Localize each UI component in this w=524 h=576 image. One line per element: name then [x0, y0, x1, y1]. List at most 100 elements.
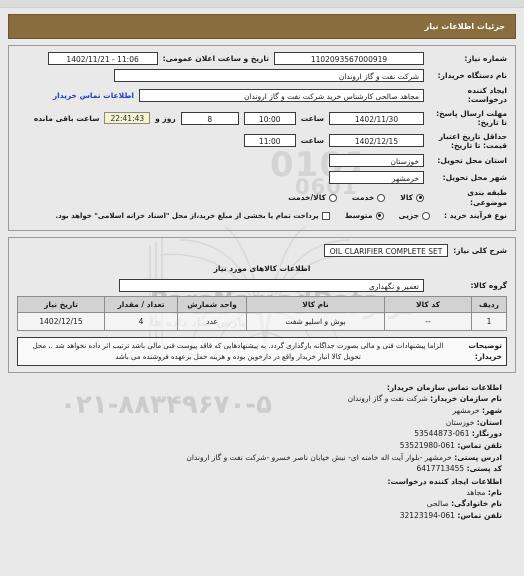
need-number-label: شماره نیاز: — [464, 53, 507, 63]
creator-field-firstname: نام: مجاهد — [8, 487, 502, 499]
category-option-goods-service[interactable]: کالا/خدمت — [288, 193, 337, 202]
process-option-minor[interactable]: جزیی — [399, 211, 430, 220]
cell-qty: 4 — [104, 312, 178, 332]
goods-group-label: گروه کالا: — [470, 281, 508, 291]
treasury-checkbox-group[interactable]: پرداخت تمام یا بخشی از مبلغ خرید،از محل … — [55, 211, 330, 220]
col-date: تاریخ نیاز — [17, 296, 105, 314]
buyer-notes-label: توضیحات خریدار: — [468, 341, 502, 361]
row-need-number: شماره نیاز: 1102093567000919 تاریخ و ساع… — [17, 52, 507, 65]
contact-info-section: اطلاعات تماس سازمان خریدار: نام سازمان خ… — [8, 383, 516, 521]
contact-field-city: شهر: خرمشهر — [8, 405, 502, 417]
validity-time-value: 11:00 — [243, 134, 296, 148]
contact-value-city: خرمشهر — [452, 406, 480, 415]
creator-label-lastname: نام خانوادگی: — [451, 499, 502, 509]
category-label: طبقه بندی موضوعی: — [467, 188, 507, 207]
buyer-org-label: نام دستگاه خریدار: — [437, 70, 507, 80]
contact-value-address: خرمشهر -بلوار آیت اله خامنه ای- نبش خیاب… — [186, 452, 452, 462]
cell-unit: عدد — [177, 312, 247, 332]
radio-minor-icon[interactable] — [422, 211, 430, 220]
contact-field-address: ادرس پستی: خرمشهر -بلوار آیت اله خامنه ا… — [8, 452, 502, 464]
goods-info-heading: اطلاعات کالاهای مورد نیاز — [213, 264, 311, 274]
contact-label-city: شهر: — [482, 406, 502, 415]
radio-medium-icon[interactable] — [375, 211, 384, 220]
creator-field-phone: تلفن تماس: 32123194-061 — [8, 510, 502, 522]
items-table: ردیف کد کالا نام کالا واحد شمارش تعداد /… — [17, 296, 507, 332]
contact-value-postal: 6417713455 — [416, 464, 465, 474]
need-info-panel: شماره نیاز: 1102093567000919 تاریخ و ساع… — [8, 45, 516, 232]
treasury-checkbox-icon[interactable] — [321, 211, 330, 220]
creator-label: ایجاد کننده درخواست: — [467, 86, 507, 105]
buyer-org-value: شرکت نفت و گاز اروندان — [114, 69, 424, 82]
row-creator: ایجاد کننده درخواست: مجاهد صالحی کارشناس… — [17, 86, 507, 105]
contact-value-province: خوزستان — [445, 417, 475, 427]
province-value: خوزستان — [329, 154, 424, 168]
contact-value-fax: 53544873-061 — [414, 429, 470, 439]
buyer-contact-link[interactable]: اطلاعات تماس خریدار — [53, 91, 134, 100]
validity-date-value: 1402/12/15 — [329, 134, 424, 148]
deadline-hour-label: ساعت — [300, 113, 324, 123]
page-container: جزئیات اطلاعات نیاز شماره نیاز: 11020935… — [0, 14, 524, 522]
contact-field-province: استان: خوزستان — [8, 417, 502, 429]
col-code: کد کالا — [384, 296, 472, 314]
creator-label-phone: تلفن تماس: — [457, 511, 502, 520]
cell-row: 1 — [471, 312, 507, 332]
radio-goods-icon[interactable] — [416, 193, 424, 202]
countdown-timer: 22:41:43 — [104, 112, 151, 125]
contact-label-address: ادرس پستی: — [454, 452, 502, 462]
row-summary: شرح کلی نیاز: OIL CLARIFIER COMPLETE SET — [17, 244, 507, 258]
contact-value-phone: 53521980-061 — [399, 440, 455, 450]
city-value: خرمشهر — [329, 171, 424, 185]
creator-contact-heading: اطلاعات ایجاد کننده درخواست: — [387, 476, 503, 486]
remaining-days-value: 8 — [180, 111, 239, 125]
contact-label-fax: دورنگار: — [471, 429, 502, 439]
col-unit: واحد شمارش — [177, 296, 247, 314]
city-label: شهر محل تحویل: — [442, 173, 507, 183]
category-option-goods-service-label: کالا/خدمت — [288, 193, 326, 203]
treasury-checkbox-label: پرداخت تمام یا بخشی از مبلغ خرید،از محل … — [55, 211, 319, 220]
creator-value-firstname: مجاهد — [466, 487, 486, 497]
goods-details-panel: شرح کلی نیاز: OIL CLARIFIER COMPLETE SET… — [8, 237, 516, 374]
category-option-service[interactable]: خدمت — [351, 193, 386, 203]
col-name: نام کالا — [246, 296, 385, 314]
province-label: استان محل تحویل: — [437, 156, 507, 166]
contact-label-province: استان: — [476, 417, 502, 427]
contact-field-fax: دورنگار: 53544873-061 — [8, 428, 502, 440]
col-row: ردیف — [471, 296, 507, 314]
summary-value: OIL CLARIFIER COMPLETE SET — [323, 244, 449, 258]
deadline-time-value: 10:00 — [243, 111, 296, 125]
announce-date-value: 1402/11/21 - 11:06 — [47, 52, 158, 65]
process-option-minor-label: جزیی — [398, 211, 419, 221]
need-number-value: 1102093567000919 — [274, 52, 424, 65]
remaining-hours-label: ساعت باقی مانده — [33, 113, 100, 123]
row-city: شهر محل تحویل: خرمشهر — [17, 171, 507, 185]
page-title: جزئیات اطلاعات نیاز — [424, 22, 505, 31]
contact-label-postal: کد پستی: — [466, 464, 502, 474]
deadline-date-value: 1402/11/30 — [329, 111, 424, 125]
row-buyer-org: نام دستگاه خریدار: شرکت نفت و گاز اروندا… — [17, 69, 507, 82]
deadline-label: مهلت ارسال پاسخ: تا تاریخ: — [436, 108, 507, 128]
col-qty: تعداد / مقدار — [104, 296, 178, 314]
radio-service-icon[interactable] — [377, 193, 386, 202]
cell-date: 1402/12/15 — [17, 312, 105, 332]
cell-name: بوش و اسلیو شفت — [246, 312, 385, 332]
page-title-bar: جزئیات اطلاعات نیاز — [8, 14, 516, 39]
contact-field-phone: تلفن تماس: 53521980-061 — [8, 440, 502, 452]
buyer-notes-box: توضیحات خریدار: الزاما پیشنهادات فنی و م… — [17, 337, 507, 367]
buyer-notes-text: الزاما پیشنهادات فنی و مالی بصورت جداگان… — [32, 342, 444, 361]
row-goods-group: گروه کالا: تعمیر و نگهداری — [17, 279, 508, 293]
top-strip — [0, 0, 524, 8]
radio-goods-service-icon[interactable] — [328, 193, 337, 202]
remaining-days-label: روز و — [155, 113, 176, 123]
goods-group-value: تعمیر و نگهداری — [119, 279, 424, 293]
contact-label-phone: تلفن تماس: — [457, 440, 502, 450]
category-option-service-label: خدمت — [351, 193, 375, 203]
cell-code: -- — [384, 312, 472, 332]
row-process-type: نوع فرآیند خرید : جزیی متوسط پرداخت تمام… — [17, 211, 507, 220]
process-label: نوع فرآیند خرید : — [443, 211, 507, 220]
category-option-goods[interactable]: کالا — [400, 193, 424, 202]
creator-value: مجاهد صالحی کارشناس خرید شرکت نفت و گاز … — [139, 88, 424, 102]
table-row: 1 -- بوش و اسلیو شفت عدد 4 1402/12/15 — [17, 312, 507, 332]
row-category: طبقه بندی موضوعی: کالا خدمت کالا/خدمت — [17, 188, 507, 207]
creator-value-lastname: صالحی — [426, 499, 449, 509]
process-option-medium[interactable]: متوسط — [345, 211, 384, 220]
